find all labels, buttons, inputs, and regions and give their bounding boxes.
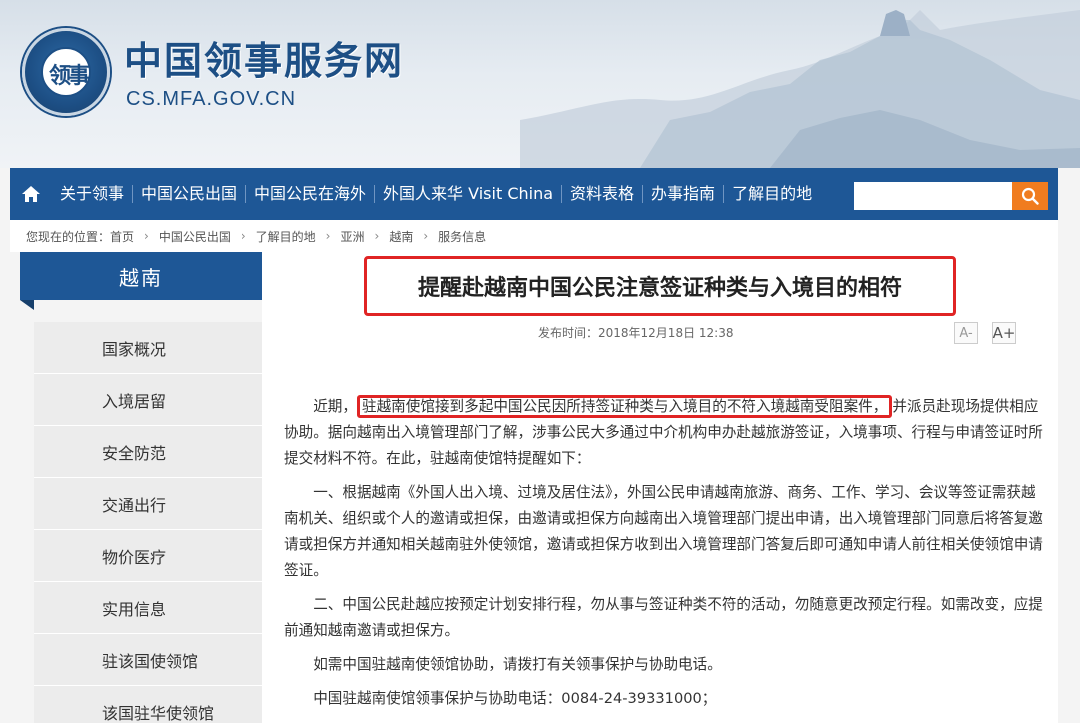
- chevron-right-icon: ›: [374, 229, 380, 243]
- consular-seal-logo[interactable]: 领事: [22, 28, 110, 116]
- breadcrumb-item[interactable]: 越南: [383, 228, 419, 245]
- highlighted-sentence: 驻越南使馆接到多起中国公民因所持签证种类与入境目的不符入境越南受阻案件，: [356, 395, 893, 418]
- sidebar-title: 越南: [20, 252, 262, 310]
- paragraph-4: 如需中国驻越南使领馆协助，请拨打有关领事保护与协助电话。: [313, 656, 722, 673]
- sidebar-item-transport[interactable]: 交通出行: [34, 478, 262, 530]
- nav-citizens-abroad-travel[interactable]: 中国公民出国: [133, 168, 245, 220]
- great-wall-background: [520, 10, 1080, 168]
- main-nav: 关于领事 中国公民出国 中国公民在海外 外国人来华 Visit China 资料…: [10, 168, 1058, 220]
- nav-visit-china[interactable]: 外国人来华 Visit China: [375, 168, 561, 220]
- chevron-right-icon: ›: [240, 229, 246, 243]
- nav-guide[interactable]: 办事指南: [643, 168, 723, 220]
- breadcrumb-home[interactable]: 您现在的位置：首页: [20, 228, 140, 245]
- paragraph-1: 近期， 驻越南使馆接到多起中国公民因所持签证种类与入境目的不符入境越南受阻案件，并…: [284, 394, 1044, 472]
- breadcrumb: 您现在的位置：首页 › 中国公民出国 › 了解目的地 › 亚洲 › 越南 › 服…: [10, 220, 1058, 252]
- sidebar-item-embassy-in-country[interactable]: 驻该国使领馆: [34, 634, 262, 686]
- search-icon: [1021, 187, 1039, 205]
- chevron-right-icon: ›: [423, 229, 429, 243]
- breadcrumb-item[interactable]: 中国公民出国: [153, 228, 237, 245]
- paragraph-3: 二、中国公民赴越应按预定计划安排行程，勿从事与签证种类不符的活动，勿随意更改预定…: [284, 596, 1043, 639]
- sidebar-item-overview[interactable]: 国家概况: [34, 322, 262, 374]
- site-header: 领事 中国领事服务网 CS.MFA.GOV.CN: [0, 0, 1080, 168]
- chevron-right-icon: ›: [144, 229, 149, 243]
- search-button[interactable]: [1012, 182, 1048, 210]
- site-title[interactable]: 中国领事服务网: [124, 30, 404, 85]
- article-title: 提醒赴越南中国公民注意签证种类与入境目的相符: [364, 256, 956, 316]
- nav-forms[interactable]: 资料表格: [562, 168, 642, 220]
- sidebar-item-embassy-in-china[interactable]: 该国驻华使领馆: [34, 686, 262, 723]
- sidebar-item-practical-info[interactable]: 实用信息: [34, 582, 262, 634]
- sidebar-item-entry-residence[interactable]: 入境居留: [34, 374, 262, 426]
- article-panel: 提醒赴越南中国公民注意签证种类与入境目的相符 发布时间：2018年12月18日 …: [262, 252, 1058, 723]
- home-icon[interactable]: [10, 168, 52, 220]
- country-sidebar: 越南 国家概况 入境居留 安全防范 交通出行 物价医疗 实用信息 驻该国使领馆 …: [20, 252, 262, 723]
- seal-text: 领事: [49, 63, 90, 89]
- p1-lead: 近期，: [313, 398, 357, 415]
- paragraph-5: 中国驻越南使馆领事保护与协助电话：0084-24-39331000；: [313, 690, 717, 707]
- nav-about-consular[interactable]: 关于领事: [52, 168, 132, 220]
- nav-citizens-overseas[interactable]: 中国公民在海外: [246, 168, 374, 220]
- breadcrumb-item-current[interactable]: 服务信息: [432, 228, 492, 245]
- chevron-right-icon: ›: [325, 229, 331, 243]
- font-increase-button[interactable]: A+: [992, 322, 1016, 344]
- publish-time: 发布时间：2018年12月18日 12:38: [538, 326, 734, 340]
- article-body: 近期， 驻越南使馆接到多起中国公民因所持签证种类与入境目的不符入境越南受阻案件，并…: [284, 394, 1044, 720]
- search-input[interactable]: [854, 182, 1012, 210]
- breadcrumb-item[interactable]: 亚洲: [334, 228, 370, 245]
- breadcrumb-item[interactable]: 了解目的地: [250, 228, 322, 245]
- sidebar-item-safety[interactable]: 安全防范: [34, 426, 262, 478]
- paragraph-2: 一、根据越南《外国人出入境、过境及居住法》，外国公民申请越南旅游、商务、工作、学…: [284, 484, 1043, 579]
- sidebar-item-prices-medical[interactable]: 物价医疗: [34, 530, 262, 582]
- font-decrease-button[interactable]: A-: [954, 322, 978, 344]
- site-domain: CS.MFA.GOV.CN: [126, 88, 297, 110]
- sidebar-menu: 国家概况 入境居留 安全防范 交通出行 物价医疗 实用信息 驻该国使领馆 该国驻…: [34, 322, 262, 723]
- nav-destinations[interactable]: 了解目的地: [724, 168, 820, 220]
